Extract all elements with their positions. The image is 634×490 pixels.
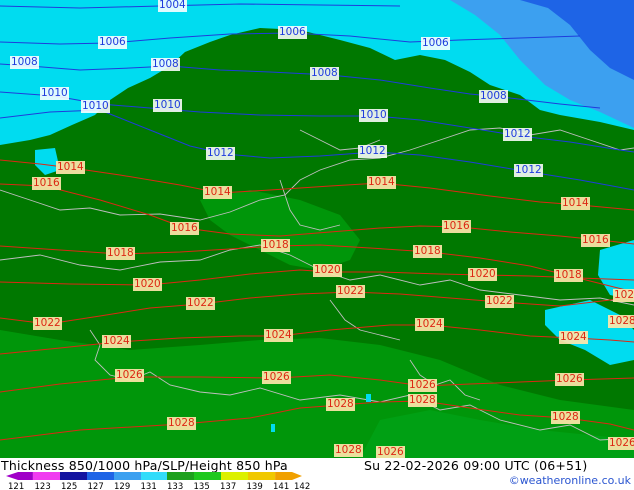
scale-tick-label: 131 [140,482,157,490]
scale-tick-label: 137 [220,482,237,490]
isobar-label-blue: 1008 [479,90,508,103]
scale-tick-label: 133 [167,482,184,490]
isobar-label-red: 1018 [413,245,442,258]
scale-tick-label: 121 [8,482,25,490]
isobar-label-red: 1014 [367,176,396,189]
isobar-label-blue: 1008 [151,58,180,71]
isobar-label-blue: 1010 [153,99,182,112]
isobar-label-blue: 1012 [503,128,532,141]
isobar-label-blue: 1010 [359,109,388,122]
isobar-label-red: 1016 [581,234,610,247]
isobar-label-red: 1026 [608,437,634,450]
isobar-label-blue: 1006 [278,26,307,39]
scale-swatch [6,472,33,480]
scale-tick-label: 135 [193,482,210,490]
isobar-label-red: 1014 [561,197,590,210]
isobar-label-red: 1028 [167,417,196,430]
isobar-label-blue: 1012 [206,147,235,160]
isobar-label-blue: 1006 [421,37,450,50]
scale-swatch [113,472,141,480]
isobar-labels: 1004 1006 1006 1006 1008 1008 1008 1008 1010 1010… [0,0,634,458]
isobar-label-red: 1026 [408,379,437,392]
isobar-label-red: 1022 [336,285,365,298]
scale-swatch [194,472,222,480]
scale-swatch [86,472,114,480]
scale-tick-label: 129 [114,482,131,490]
scale-tick-label: 127 [87,482,104,490]
weather-map-frame: { "map": { "pressure_labels_blue": ["100… [0,0,634,490]
isobar-label-blue: 1010 [40,87,69,100]
isobar-label-red: 1026 [376,446,405,458]
isobar-label-red: 1024 [102,335,131,348]
thickness-color-scale [6,472,302,480]
isobar-label-red: 1028 [551,411,580,424]
isobar-label-red: 1022 [186,297,215,310]
isobar-label-red: 1016 [32,177,61,190]
isobar-label-red: 1018 [554,269,583,282]
isobar-label-red: 1028 [334,444,363,457]
scale-tick-label: 139 [246,482,263,490]
scale-tick-label: 142 [294,482,311,490]
isobar-label-red: 1018 [261,239,290,252]
isobar-label-blue: 1006 [98,36,127,49]
isobar-label-red: 1026 [115,369,144,382]
isobar-label-red: 1026 [262,371,291,384]
isobar-label-red: 1020 [468,268,497,281]
scale-tick-label: 123 [34,482,51,490]
isobar-label-red: 1018 [106,247,135,260]
isobar-label-red: 1028 [608,315,634,328]
isobar-label-red: 1022 [485,295,514,308]
scale-swatch [32,472,60,480]
scale-swatch [167,472,195,480]
scale-swatch [275,472,302,480]
isobar-label-blue: 1004 [158,0,187,12]
credit-link[interactable]: ©weatheronline.co.uk [509,474,631,487]
isobar-label-red: 1022 [33,317,62,330]
scale-swatch [221,472,249,480]
map-datetime: Su 22-02-2026 09:00 UTC (06+51) [364,458,588,473]
isobar-label-red: 1024 [559,331,588,344]
isobar-label-red: 1016 [442,220,471,233]
scale-swatch [59,472,87,480]
map-footer: Thickness 850/1000 hPa/SLP/Height 850 hP… [0,458,634,490]
isobar-label-blue: 1010 [81,100,110,113]
isobar-label-blue: 1008 [10,56,39,69]
isobar-label-red: 1024 [264,329,293,342]
scale-swatch [248,472,276,480]
isobar-label-red: 1014 [56,161,85,174]
isobar-label-red: 1024 [415,318,444,331]
isobar-label-red: 1020 [133,278,162,291]
isobar-label-red: 1026 [555,373,584,386]
isobar-label-red: 1020 [313,264,342,277]
scale-swatch [140,472,168,480]
isobar-label-red: 1028 [408,394,437,407]
isobar-label-blue: 1012 [358,145,387,158]
isobar-label-blue: 1008 [310,67,339,80]
isobar-label-blue: 1012 [514,164,543,177]
isobar-label-red: 1026 [613,289,634,302]
isobar-label-red: 1028 [326,398,355,411]
isobar-label-red: 1016 [170,222,199,235]
scale-tick-label: 125 [61,482,78,490]
isobar-label-red: 1014 [203,186,232,199]
scale-tick-label: 141 [273,482,290,490]
map-title: Thickness 850/1000 hPa/SLP/Height 850 hP… [1,458,288,473]
